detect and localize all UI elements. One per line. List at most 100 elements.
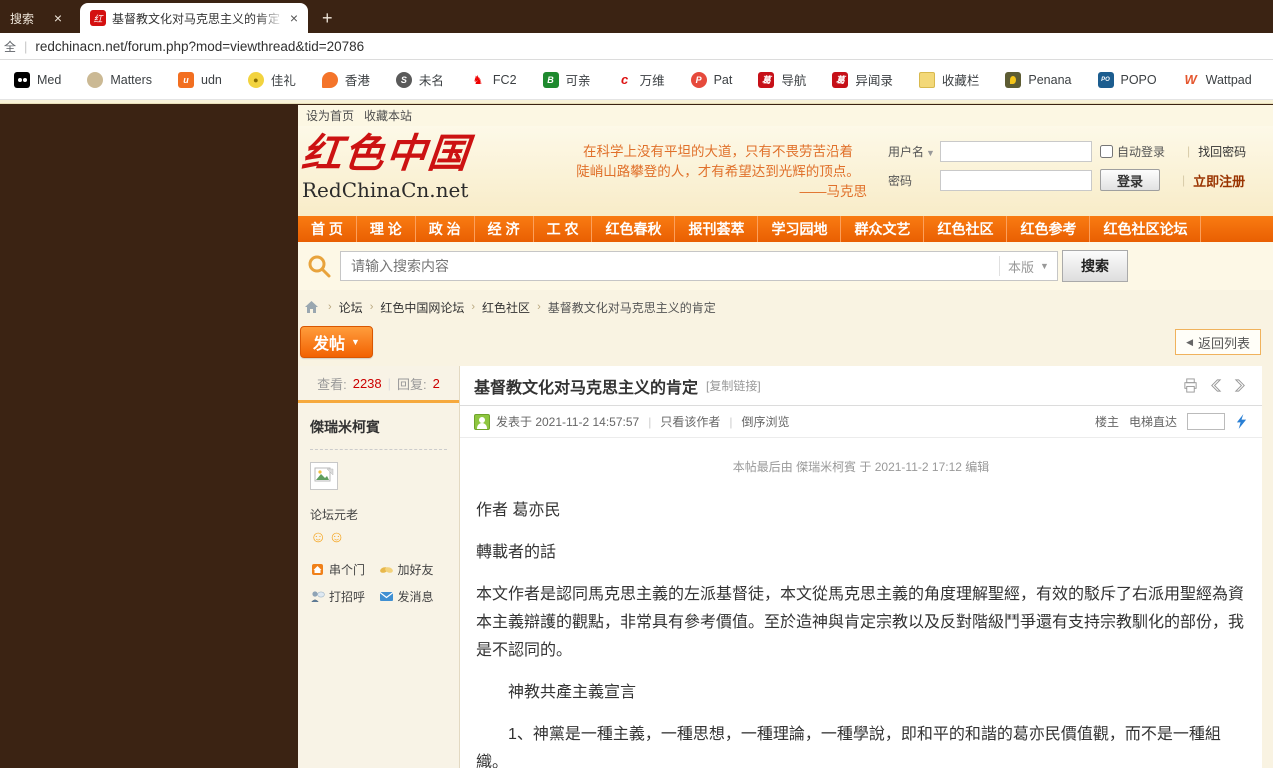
auto-login-checkbox[interactable] bbox=[1100, 145, 1113, 158]
bookmark-hongkong[interactable]: 香港 bbox=[322, 70, 370, 89]
bookmark-weiming[interactable]: S未名 bbox=[396, 70, 444, 89]
elevator-input[interactable] bbox=[1187, 413, 1225, 430]
prev-thread-icon[interactable] bbox=[1208, 378, 1223, 393]
add-friend-link[interactable]: 加好友 bbox=[379, 561, 448, 578]
divider bbox=[310, 449, 447, 450]
close-tab-icon[interactable]: × bbox=[54, 10, 62, 26]
search-input[interactable] bbox=[341, 253, 999, 279]
bookmark-folder[interactable]: 收藏栏 bbox=[919, 70, 980, 89]
author-username-link[interactable]: 傑瑞米柯賓 bbox=[310, 419, 380, 435]
only-author-link[interactable]: 只看该作者 bbox=[660, 413, 720, 430]
jump-icon[interactable] bbox=[1235, 414, 1248, 429]
browser-tab-active[interactable]: 红 基督教文化对马克思主义的肯定 × bbox=[80, 3, 308, 33]
login-button[interactable]: 登录 bbox=[1100, 169, 1160, 191]
nav-theory[interactable]: 理 论 bbox=[357, 216, 416, 242]
greet-person-icon bbox=[310, 589, 325, 604]
nav-politics[interactable]: 政 治 bbox=[416, 216, 475, 242]
speech-bubble-favicon-icon bbox=[322, 72, 338, 88]
breadcrumb-forum[interactable]: 论坛 bbox=[339, 299, 363, 316]
bookmark-label: Penana bbox=[1028, 73, 1071, 87]
login-panel: 用户名▼ 自动登录 | 找回密码 密码 登录 | 立即注册 bbox=[888, 140, 1273, 198]
bookmark-matters[interactable]: Matters bbox=[87, 72, 152, 88]
divider: | bbox=[388, 376, 391, 391]
reverse-browse-link[interactable]: 倒序浏览 bbox=[741, 413, 789, 430]
nav-red-forum[interactable]: 红色社区论坛 bbox=[1090, 216, 1201, 242]
security-indicator[interactable]: 全 bbox=[4, 38, 16, 55]
next-thread-icon[interactable] bbox=[1233, 378, 1248, 393]
post-paragraph: 神教共產主義宣言 bbox=[476, 679, 1246, 707]
bookmark-label: 异闻录 bbox=[855, 70, 893, 89]
chevron-down-icon[interactable]: ▼ bbox=[926, 148, 935, 158]
bookmark-daohang[interactable]: 葛导航 bbox=[758, 70, 806, 89]
post-paragraph: 本文作者是認同馬克思主義的左派基督徒，本文從馬克思主義的角度理解聖經，有效的駁斥… bbox=[476, 581, 1246, 665]
address-bar[interactable]: 全 | redchinacn.net/forum.php?mod=viewthr… bbox=[0, 33, 1273, 60]
views-count: 2238 bbox=[353, 376, 382, 391]
set-homepage-link[interactable]: 设为首页 bbox=[306, 107, 354, 124]
site-favicon-icon: 红 bbox=[90, 10, 106, 26]
greet-link[interactable]: 打招呼 bbox=[310, 588, 379, 605]
search-button[interactable]: 搜索 bbox=[1062, 250, 1128, 282]
divider: | bbox=[729, 415, 732, 429]
bookmark-yiwenlu[interactable]: 葛异闻录 bbox=[832, 70, 893, 89]
nav-study-garden[interactable]: 学习园地 bbox=[758, 216, 841, 242]
site-topbar: 设为首页 收藏本站 bbox=[298, 105, 1273, 126]
thread-title: 基督教文化对马克思主义的肯定 bbox=[474, 374, 698, 398]
visit-space-link[interactable]: 串个门 bbox=[310, 561, 379, 578]
bookmark-label: 收藏栏 bbox=[942, 70, 980, 89]
nav-press-digest[interactable]: 报刊荟萃 bbox=[675, 216, 758, 242]
search-icon bbox=[306, 253, 332, 279]
bookmark-jiali[interactable]: ●佳礼 bbox=[248, 70, 296, 89]
divider: | bbox=[648, 415, 651, 429]
nav-red-community[interactable]: 红色社区 bbox=[924, 216, 1007, 242]
bookmark-fc2[interactable]: ♞FC2 bbox=[470, 72, 517, 88]
print-icon[interactable] bbox=[1183, 378, 1198, 393]
nav-home[interactable]: 首 页 bbox=[298, 216, 357, 242]
breadcrumb-board[interactable]: 红色社区 bbox=[482, 299, 530, 316]
search-scope-select[interactable]: 本版▼ bbox=[999, 256, 1057, 276]
matters-favicon-icon bbox=[87, 72, 103, 88]
bookmark-wattpad[interactable]: WWattpad bbox=[1183, 72, 1252, 88]
bookmark-penana[interactable]: Penana bbox=[1005, 72, 1071, 88]
avatar[interactable] bbox=[310, 462, 338, 490]
site-logo[interactable]: 红色中国 RedChinaCn.net bbox=[302, 132, 470, 202]
nav-red-reference[interactable]: 红色参考 bbox=[1007, 216, 1090, 242]
register-link[interactable]: 立即注册 bbox=[1193, 171, 1245, 190]
favorite-site-link[interactable]: 收藏本站 bbox=[364, 107, 412, 124]
bookmark-keqin[interactable]: B可亲 bbox=[543, 70, 591, 89]
new-post-button[interactable]: 发帖 ▼ bbox=[300, 326, 373, 358]
house-icon bbox=[310, 562, 325, 577]
breadcrumb-separator: › bbox=[370, 301, 374, 313]
thread-stats: 查看: 2238 | 回复: 2 bbox=[298, 366, 459, 403]
bookmark-label: Matters bbox=[110, 73, 152, 87]
nav-mass-arts[interactable]: 群众文艺 bbox=[841, 216, 924, 242]
bookmark-wanwei[interactable]: c万维 bbox=[617, 70, 665, 89]
bookmark-label: 未名 bbox=[419, 70, 444, 89]
udn-favicon-icon: u bbox=[178, 72, 194, 88]
bookmark-med[interactable]: Med bbox=[14, 72, 61, 88]
home-icon[interactable] bbox=[304, 300, 319, 315]
bookmark-pat[interactable]: PPat bbox=[691, 72, 733, 88]
browser-tab-search[interactable]: 搜索 × bbox=[0, 3, 72, 33]
logo-chinese: 红色中国 bbox=[300, 132, 473, 176]
divider: | bbox=[1187, 144, 1190, 158]
floor-label: 楼主 bbox=[1095, 413, 1119, 430]
post-paragraph: 1、神黨是一種主義，一種思想，一種理論，一種學說，即和平的和諧的葛亦民價值觀，而… bbox=[476, 721, 1246, 768]
send-message-link[interactable]: 发消息 bbox=[379, 588, 448, 605]
new-tab-button[interactable]: + bbox=[322, 8, 333, 29]
url-text[interactable]: redchinacn.net/forum.php?mod=viewthread&… bbox=[35, 39, 364, 54]
bookmark-popo[interactable]: POPOPO bbox=[1098, 72, 1157, 88]
breadcrumb-board-group[interactable]: 红色中国网论坛 bbox=[380, 299, 464, 316]
nav-economy[interactable]: 经 济 bbox=[475, 216, 534, 242]
copy-link[interactable]: [复制链接] bbox=[706, 377, 761, 394]
post-meta-row: 发表于 2021-11-2 14:57:57 | 只看该作者 | 倒序浏览 楼主… bbox=[460, 406, 1262, 438]
password-field[interactable] bbox=[940, 170, 1092, 191]
bookmark-udn[interactable]: uudn bbox=[178, 72, 222, 88]
nav-red-annals[interactable]: 红色春秋 bbox=[592, 216, 675, 242]
close-tab-icon[interactable]: × bbox=[290, 10, 298, 26]
nav-workers[interactable]: 工 农 bbox=[534, 216, 593, 242]
find-password-link[interactable]: 找回密码 bbox=[1198, 143, 1246, 160]
visit-space-label: 串个门 bbox=[329, 561, 365, 578]
back-to-list-button[interactable]: ◀ 返回列表 bbox=[1175, 329, 1261, 355]
username-field[interactable] bbox=[940, 141, 1092, 162]
forum-page: 设为首页 收藏本站 红色中国 RedChinaCn.net 在科学上没有平坦的大… bbox=[298, 105, 1273, 768]
